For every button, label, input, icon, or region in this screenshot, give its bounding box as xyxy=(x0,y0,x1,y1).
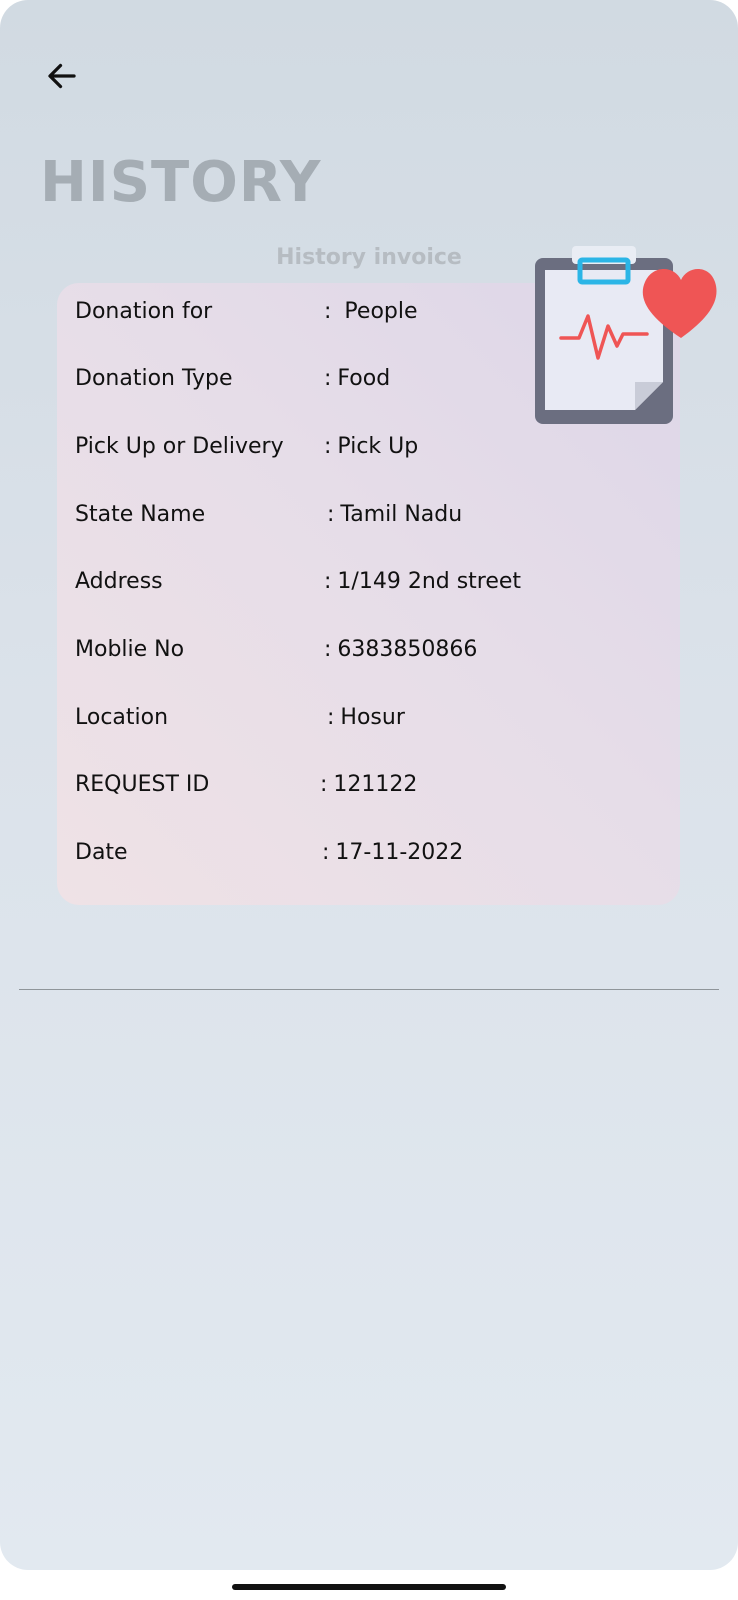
home-indicator[interactable] xyxy=(232,1584,506,1590)
row-address: Address :1/149 2nd street xyxy=(57,569,680,609)
value-address: :1/149 2nd street xyxy=(324,569,522,594)
value-donation-type: : Food xyxy=(324,366,391,391)
row-mobile-no: Moblie No :6383850866 xyxy=(57,637,680,677)
label-mobile-no: Moblie No xyxy=(75,637,185,662)
value-mobile-no: :6383850866 xyxy=(324,637,478,662)
back-button[interactable] xyxy=(38,52,86,100)
row-state-name: State Name : Tamil Nadu xyxy=(57,502,680,542)
row-request-id: REQUEST ID :121122 xyxy=(57,772,680,812)
screen: HISTORY History invoice Donation for : P… xyxy=(0,0,738,1570)
divider xyxy=(19,989,719,990)
label-location: Location xyxy=(75,705,169,730)
value-state-name: : Tamil Nadu xyxy=(327,502,463,527)
value-location: : Hosur xyxy=(327,705,405,730)
row-date: Date :17-11-2022 xyxy=(57,840,680,880)
arrow-left-icon xyxy=(48,63,76,89)
value-date: :17-11-2022 xyxy=(322,840,464,865)
label-request-id: REQUEST ID xyxy=(75,772,210,797)
label-donation-type: Donation Type xyxy=(75,366,233,391)
value-pickup-delivery: : Pick Up xyxy=(324,434,419,459)
medical-clipboard-heart-icon xyxy=(535,246,717,424)
label-state-name: State Name xyxy=(75,502,206,527)
page-title: HISTORY xyxy=(40,150,322,215)
label-date: Date xyxy=(75,840,128,865)
label-donation-for: Donation for xyxy=(75,299,213,324)
label-pickup-delivery: Pick Up or Delivery xyxy=(75,434,284,459)
row-location: Location : Hosur xyxy=(57,705,680,745)
row-pickup-delivery: Pick Up or Delivery : Pick Up xyxy=(57,434,680,474)
value-donation-for: : People xyxy=(324,299,418,324)
label-address: Address xyxy=(75,569,163,594)
value-request-id: :121122 xyxy=(320,772,418,797)
